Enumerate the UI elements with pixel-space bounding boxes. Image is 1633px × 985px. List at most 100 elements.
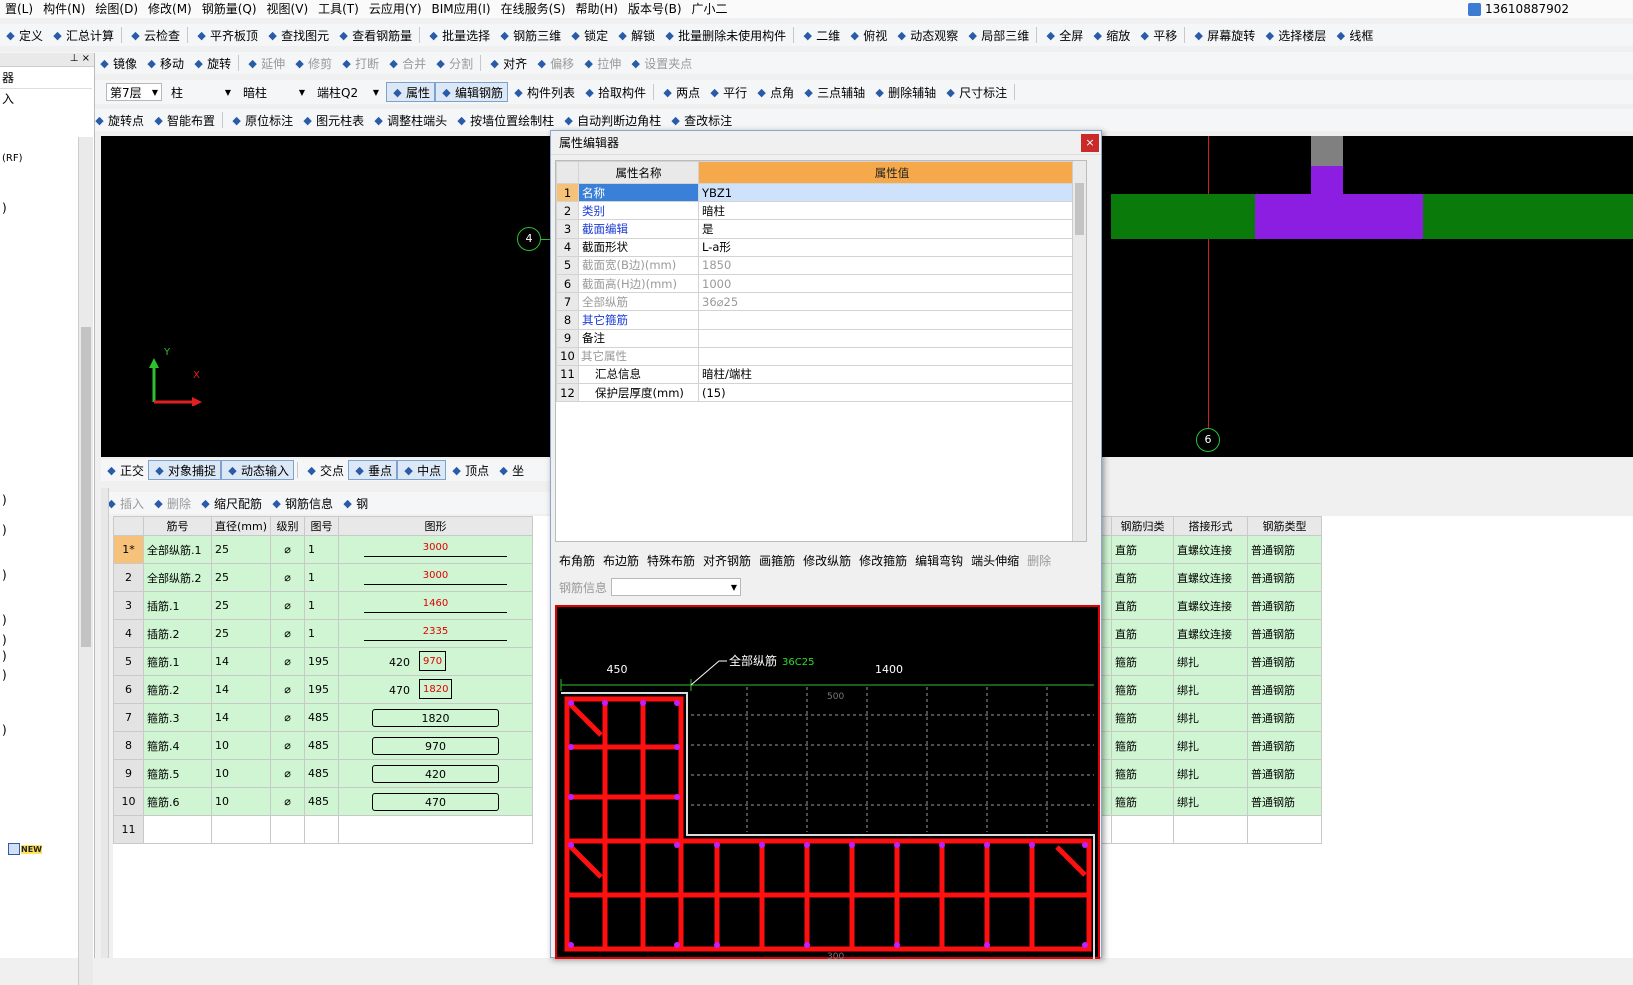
prop-value[interactable]: 1850 [698, 255, 1086, 275]
tb4-button-7[interactable]: ◆ 按墙位置绘制柱 [451, 110, 558, 130]
menu-item-12[interactable]: 广小二 [687, 0, 733, 18]
cell-grade[interactable]: ⌀ [270, 703, 306, 732]
tb2-button-2[interactable]: ◆ 镜像 [94, 53, 141, 73]
cell-cat[interactable]: 箍筋 [1111, 703, 1175, 732]
user-area[interactable]: 13610887902 [1468, 0, 1569, 18]
rebartb-button-2[interactable]: ◆ 缩尺配筋 [195, 493, 266, 513]
cell-lap[interactable]: 绑扎 [1173, 787, 1249, 816]
left-item-4[interactable]: ) [2, 493, 7, 507]
cell-shape[interactable]: 3000 [338, 563, 534, 592]
menu-item-11[interactable]: 版本号(B) [623, 0, 687, 18]
cell-type[interactable]: 普通钢筋 [1247, 703, 1323, 732]
left-item-5[interactable]: ) [2, 523, 7, 537]
tb2-button-8[interactable]: ◆ 合并 [383, 53, 430, 73]
menu-item-10[interactable]: 帮助(H) [571, 0, 623, 18]
tb2-button-12[interactable]: ◆ 拉伸 [578, 53, 625, 73]
cell-dia[interactable]: 14 [210, 703, 272, 732]
tb4-button-8[interactable]: ◆ 自动判断边角柱 [558, 110, 665, 130]
prop-row-12[interactable]: 12 保护层厚度(mm) (15) [556, 383, 1086, 403]
section-tool-8[interactable]: 端头伸缩 [967, 550, 1023, 570]
section-tool-6[interactable]: 修改箍筋 [855, 550, 911, 570]
tb1-button-12[interactable]: ◆ 俯视 [844, 25, 891, 45]
cell-type[interactable]: 普通钢筋 [1247, 675, 1323, 704]
cell-dia[interactable]: 25 [210, 563, 272, 592]
cell-lap[interactable] [1173, 815, 1249, 844]
prop-row-6[interactable]: 6 截面高(H边)(mm) 1000 [556, 273, 1086, 294]
left-item-8[interactable]: ) [2, 633, 7, 647]
left-item-3[interactable]: ) [2, 201, 7, 215]
subtype-select[interactable]: 暗柱 ▼ [240, 83, 308, 101]
snapbar-button-3[interactable]: ◆ 交点 [301, 460, 348, 480]
cell-grade[interactable]: ⌀ [270, 731, 306, 760]
section-tool-3[interactable]: 对齐钢筋 [699, 550, 755, 570]
left-item-10[interactable]: ) [2, 668, 7, 682]
prop-scrollbar[interactable] [1072, 161, 1086, 541]
left-item-2[interactable]: (RF) [2, 153, 23, 164]
tb1-button-14[interactable]: ◆ 局部三维 [962, 25, 1033, 45]
rebartb-button-4[interactable]: ◆ 钢 [337, 493, 372, 513]
cell-dia[interactable]: 10 [210, 787, 272, 816]
cell-dia[interactable]: 25 [210, 535, 272, 564]
cell-type[interactable]: 普通钢筋 [1247, 759, 1323, 788]
cell-dia[interactable]: 14 [210, 675, 272, 704]
cell-shape[interactable]: 420 970 [338, 647, 534, 676]
menu-item-2[interactable]: 绘图(D) [90, 0, 143, 18]
tb2-button-11[interactable]: ◆ 偏移 [531, 53, 578, 73]
cell-lap[interactable]: 绑扎 [1173, 731, 1249, 760]
cell-fig[interactable]: 485 [304, 787, 340, 816]
tb4-button-6[interactable]: ◆ 调整柱端头 [368, 110, 451, 130]
tb1-button-19[interactable]: ◆ 选择楼层 [1259, 25, 1330, 45]
tb1-button-3[interactable]: ◆ 平齐板顶 [191, 25, 262, 45]
section-tool-7[interactable]: 编辑弯钩 [911, 550, 967, 570]
floor-select[interactable]: 第7层 ▼ [106, 83, 162, 101]
menu-item-6[interactable]: 工具(T) [313, 0, 364, 18]
cell-name[interactable]: 箍筋.2 [143, 675, 212, 704]
cell-shape[interactable]: 1820 [338, 703, 534, 732]
cell-name[interactable]: 箍筋.5 [143, 759, 212, 788]
left-item-11[interactable]: ) [2, 723, 7, 737]
cell-fig[interactable]: 1 [304, 619, 340, 648]
tb2-button-5[interactable]: ◆ 延伸 [242, 53, 289, 73]
cell-cat[interactable]: 箍筋 [1111, 675, 1175, 704]
cell-fig[interactable]: 195 [304, 647, 340, 676]
prop-row-2[interactable]: 2 类别 暗柱 [556, 201, 1086, 221]
prop-row-7[interactable]: 7 全部纵筋 36⌀25 [556, 292, 1086, 312]
cell-shape[interactable]: 970 [338, 731, 534, 760]
cell-cat[interactable]: 直筋 [1111, 591, 1175, 620]
cell-grade[interactable] [270, 815, 306, 844]
menu-item-8[interactable]: BIM应用(I) [427, 0, 496, 18]
cell-grade[interactable]: ⌀ [270, 647, 306, 676]
prop-scroll-thumb[interactable] [1075, 183, 1084, 235]
prop-value[interactable]: 是 [698, 219, 1086, 239]
section-canvas[interactable]: 450 1400 全部纵筋 36C25 500 300 [555, 605, 1100, 977]
cell-dia[interactable]: 10 [210, 759, 272, 788]
prop-value[interactable]: 暗柱 [698, 201, 1086, 221]
tb3btns-button-9[interactable]: ◆ 尺寸标注 [940, 82, 1011, 102]
prop-row-1[interactable]: 1 名称 YBZ1 [556, 182, 1086, 203]
menu-item-0[interactable]: 置(L) [0, 0, 38, 18]
tb1-button-2[interactable]: ◆ 云检查 [125, 25, 184, 45]
type-select[interactable]: 柱 ▼ [168, 83, 234, 101]
prop-value[interactable]: 暗柱/端柱 [698, 364, 1086, 385]
cell-grade[interactable]: ⌀ [270, 535, 306, 564]
cell-name[interactable]: 箍筋.3 [143, 703, 212, 732]
cell-type[interactable] [1247, 815, 1323, 844]
tb1-button-1[interactable]: ◆ 汇总计算 [47, 25, 118, 45]
snapbar-button-5[interactable]: ◆ 中点 [397, 460, 447, 480]
cell-fig[interactable]: 485 [304, 703, 340, 732]
prop-value[interactable]: YBZ1 [698, 182, 1086, 203]
cell-lap[interactable]: 直螺纹连接 [1173, 619, 1249, 648]
snapbar-button-1[interactable]: ◆ 对象捕捉 [148, 460, 222, 480]
tb4-button-3[interactable]: ◆ 智能布置 [148, 110, 219, 130]
menu-item-3[interactable]: 修改(M) [143, 0, 197, 18]
cell-name[interactable]: 箍筋.6 [143, 787, 212, 816]
section-tool-2[interactable]: 特殊布筋 [643, 550, 699, 570]
tb2-button-10[interactable]: ◆ 对齐 [484, 53, 531, 73]
snapbar-button-4[interactable]: ◆ 垂点 [348, 460, 398, 480]
cell-type[interactable]: 普通钢筋 [1247, 535, 1323, 564]
cell-grade[interactable]: ⌀ [270, 563, 306, 592]
close-icon[interactable]: × [1081, 133, 1099, 152]
tb1-button-5[interactable]: ◆ 查看钢筋量 [333, 25, 416, 45]
tb3btns-button-3[interactable]: ◆ 拾取构件 [579, 82, 650, 102]
cell-fig[interactable]: 485 [304, 731, 340, 760]
